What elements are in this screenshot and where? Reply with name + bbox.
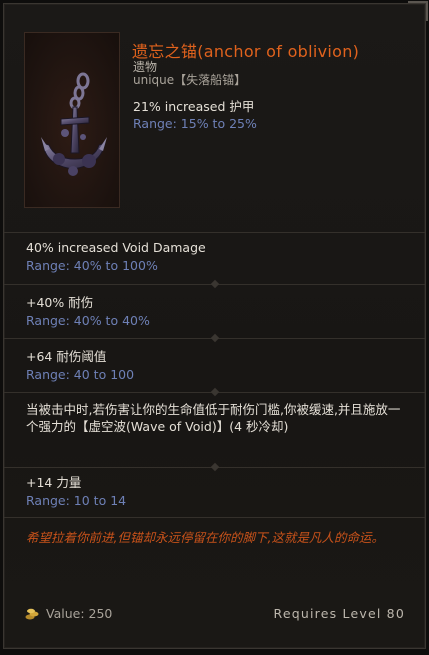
level-requirement: Requires Level 80 [273, 606, 405, 621]
item-header: 遗忘之锚(anchor of oblivion) 遗物 unique【失落船锚】… [4, 4, 425, 233]
mod-row: 当被击中时,若伤害让你的生命值低于耐伤门槛,你被缓速,并且施放一个强力的【虚空波… [4, 393, 425, 472]
anchor-relic-icon [41, 72, 107, 176]
coin-icon [25, 608, 39, 620]
implicit-mod-text: 21% increased 护甲 [133, 99, 255, 114]
item-tooltip: 遗忘之锚(anchor of oblivion) 遗物 unique【失落船锚】… [3, 1, 428, 649]
mod-range: Range: 40% to 40% [26, 313, 150, 328]
item-lore: 希望拉着你前进,但锚却永远停留在你的脚下,这就是凡人的命运。 [26, 530, 384, 545]
mod-row: +64 耐伤阈值 Range: 40 to 100 [4, 339, 425, 397]
item-rarity: unique【失落船锚】 [133, 73, 247, 87]
mod-range: Range: 40% to 100% [26, 258, 158, 273]
mod-text: 当被击中时,若伤害让你的生命值低于耐伤门槛,你被缓速,并且施放一个强力的【虚空波… [26, 402, 401, 434]
mod-text: +64 耐伤阈值 [26, 349, 107, 364]
mod-text: 40% increased Void Damage [26, 240, 206, 255]
implicit-mod-range: Range: 15% to 25% [133, 116, 257, 131]
mod-row: +40% 耐伤 Range: 40% to 40% [4, 285, 425, 343]
mod-range: Range: 40 to 100 [26, 367, 135, 382]
item-footer: Value: 250 Requires Level 80 [4, 588, 425, 648]
item-art-frame [24, 32, 120, 208]
mod-text: +14 力量 [26, 475, 82, 490]
item-value: Value: 250 [46, 606, 113, 621]
mod-row: +14 力量 Range: 10 to 14 [4, 468, 425, 518]
mod-row: 40% increased Void Damage Range: 40% to … [4, 233, 425, 289]
item-name: 遗忘之锚(anchor of oblivion) [132, 42, 360, 61]
mod-text: +40% 耐伤 [26, 295, 94, 310]
mod-range: Range: 10 to 14 [26, 493, 127, 508]
